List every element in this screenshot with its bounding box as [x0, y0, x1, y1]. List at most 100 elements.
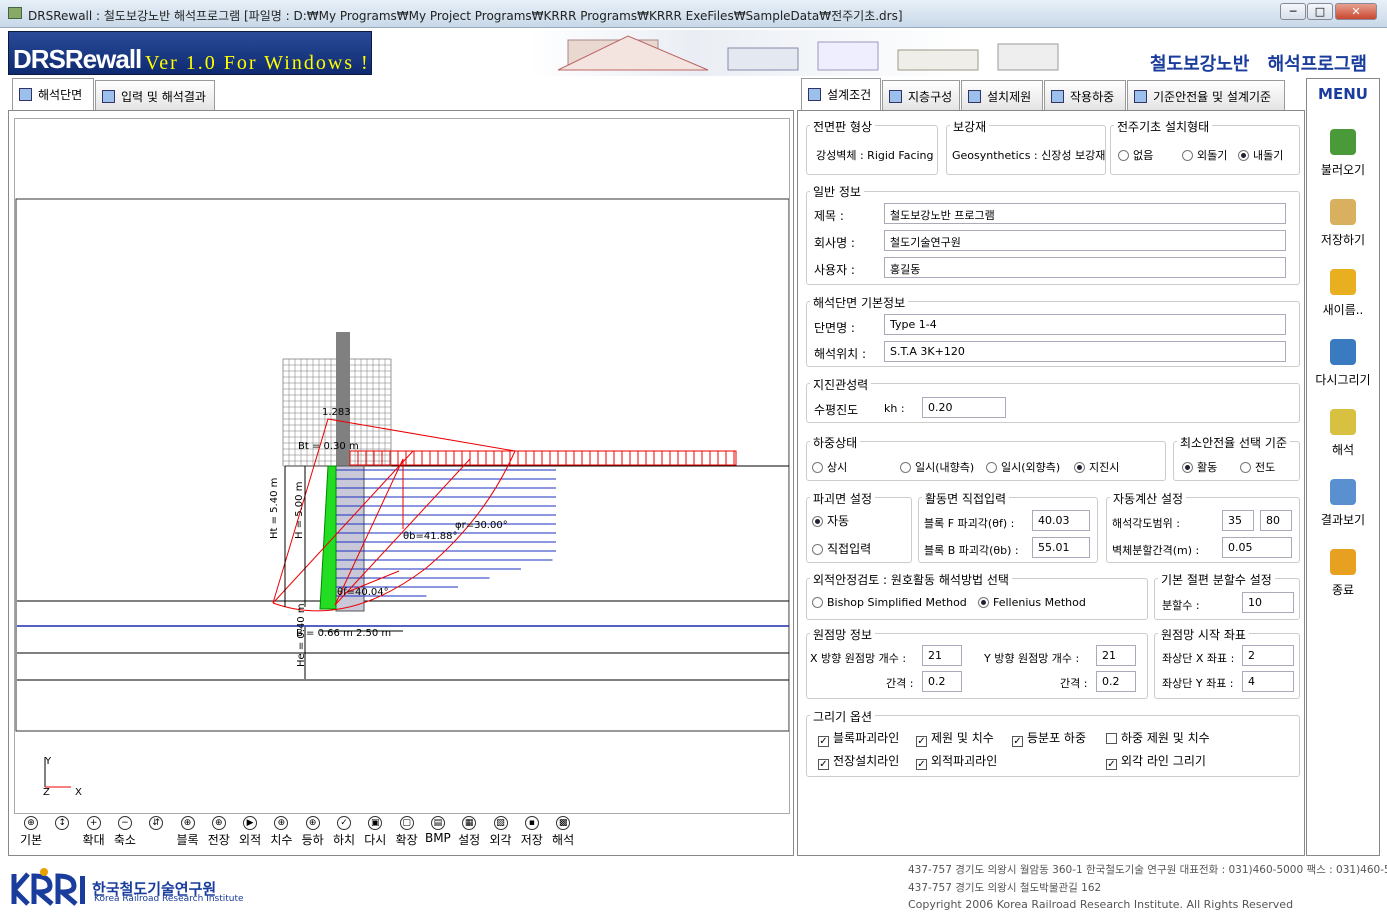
pole-option-0[interactable]: 없음 — [1118, 147, 1153, 163]
draw-checkbox-4[interactable]: ✓ — [818, 759, 829, 770]
draw-checkbox-6[interactable]: ✓ — [1106, 759, 1117, 770]
tab-install[interactable]: 설치제원 — [961, 80, 1043, 110]
tab-loads[interactable]: 작용하중 — [1044, 80, 1126, 110]
gridstart-x-field[interactable]: 2 — [1242, 645, 1294, 666]
minsafety-radio-1[interactable] — [1240, 462, 1251, 473]
draw-option-4[interactable]: ✓ 전장설치라인 — [818, 752, 899, 770]
toolbar-button-0[interactable]: ⊕ 기본 — [16, 816, 46, 848]
section-name-field[interactable]: Type 1-4 — [884, 314, 1286, 335]
external-radio-1[interactable] — [978, 597, 989, 608]
tab-criteria[interactable]: 기준안전율 및 설계기준 — [1127, 80, 1285, 110]
draw-checkbox-5[interactable]: ✓ — [916, 759, 927, 770]
pole-option-1[interactable]: 외돌기 — [1182, 147, 1227, 163]
title-field[interactable]: 철도보강노반 프로그램 — [884, 203, 1286, 224]
menu-item-4-label: 해석 — [1331, 443, 1355, 457]
load-radio-1[interactable] — [900, 462, 911, 473]
tab-section[interactable]: 해석단면 — [12, 78, 94, 110]
toolbar-button-10[interactable]: ✓ 하치 — [329, 816, 359, 848]
toolbar-label-12: 확장 — [395, 833, 418, 847]
grid-x-field[interactable]: 21 — [922, 645, 962, 666]
range-min-field[interactable]: 35 — [1222, 510, 1254, 531]
failure-option-0[interactable]: 자동 — [812, 512, 849, 529]
external-radio-0[interactable] — [812, 597, 823, 608]
section-pos-field[interactable]: S.T.A 3K+120 — [884, 341, 1286, 362]
pole-radio-1[interactable] — [1182, 150, 1193, 161]
toolbar-button-17[interactable]: ▩ 해석 — [548, 816, 578, 848]
load-option-0[interactable]: 상시 — [812, 459, 847, 475]
slices-field[interactable]: 10 — [1242, 592, 1294, 613]
draw-option-5[interactable]: ✓ 외적파괴라인 — [916, 752, 997, 770]
menu-item-2[interactable]: 새이름.. — [1307, 269, 1379, 318]
user-field[interactable]: 홍길동 — [884, 257, 1286, 278]
menu-item-1[interactable]: 저장하기 — [1307, 199, 1379, 248]
failure-option-1[interactable]: 직접입력 — [812, 540, 871, 557]
menu-item-5[interactable]: 결과보기 — [1307, 479, 1379, 528]
step-field[interactable]: 0.05 — [1222, 537, 1292, 558]
external-label: 외적안정검토 : 원호활동 해석방법 선택 — [810, 571, 1012, 588]
toolbar-button-1[interactable]: ↕ — [47, 816, 77, 831]
toolbar-button-4[interactable]: ⇵ — [141, 816, 171, 831]
toolbar-button-13[interactable]: ▤ BMP — [423, 816, 453, 845]
minsafety-radio-0[interactable] — [1182, 462, 1193, 473]
theta-b-field[interactable]: 55.01 — [1032, 537, 1090, 558]
theta-f-field[interactable]: 40.03 — [1032, 510, 1090, 531]
load-radio-3[interactable] — [1074, 462, 1085, 473]
pole-radio-0[interactable] — [1118, 150, 1129, 161]
minsafety-option-1[interactable]: 전도 — [1240, 459, 1275, 475]
toolbar-button-6[interactable]: ⊕ 전장 — [204, 816, 234, 848]
pole-text-2: 내돌기 — [1253, 149, 1284, 162]
minimize-button[interactable]: ─ — [1280, 3, 1306, 20]
draw-option-3[interactable]: 하중 제원 및 치수 — [1106, 729, 1210, 746]
load-option-2[interactable]: 일시(외향측) — [986, 459, 1060, 475]
failure-radio-1[interactable] — [812, 544, 823, 555]
toolbar-button-7[interactable]: ▶ 외적 — [235, 816, 265, 848]
grid-dx-field[interactable]: 0.2 — [922, 671, 962, 692]
toolbar-button-16[interactable]: ▪ 저장 — [517, 816, 547, 848]
toolbar-button-8[interactable]: ⊕ 치수 — [266, 816, 296, 848]
load-radio-2[interactable] — [986, 462, 997, 473]
drawing-canvas[interactable]: Ht = 5.40 m H = 5.00 m He = 0.40 m Bt = … — [14, 118, 790, 814]
toolbar-button-9[interactable]: ⊕ 등하 — [298, 816, 328, 848]
draw-checkbox-1[interactable]: ✓ — [916, 736, 927, 747]
draw-option-0[interactable]: ✓ 블록파괴라인 — [818, 729, 899, 747]
toolbar-button-3[interactable]: − 축소 — [110, 816, 140, 848]
toolbar-button-14[interactable]: ▦ 설정 — [454, 816, 484, 848]
external-option-1[interactable]: Fellenius Method — [978, 596, 1086, 609]
draw-checkbox-3[interactable] — [1106, 733, 1117, 744]
toolbar-button-12[interactable]: ▢ 확장 — [392, 816, 422, 848]
load-radio-0[interactable] — [812, 462, 823, 473]
failure-label: 파괴면 설정 — [810, 490, 876, 507]
menu-item-4[interactable]: 해석 — [1307, 409, 1379, 458]
minsafety-option-0[interactable]: 활동 — [1182, 459, 1217, 475]
draw-option-2[interactable]: ✓ 등분포 하중 — [1012, 729, 1086, 747]
pole-radio-2[interactable] — [1238, 150, 1249, 161]
tab-input-results[interactable]: 입력 및 해석결과 — [95, 80, 215, 110]
tab-layers[interactable]: 지층구성 — [882, 80, 960, 110]
company-field[interactable]: 철도기술연구원 — [884, 230, 1286, 251]
range-max-field[interactable]: 80 — [1260, 510, 1292, 531]
menu-item-6[interactable]: 종료 — [1307, 549, 1379, 598]
menu-item-3[interactable]: 다시그리기 — [1307, 339, 1379, 388]
grid-dy-field[interactable]: 0.2 — [1096, 671, 1136, 692]
failure-radio-0[interactable] — [812, 516, 823, 527]
gridstart-y-field[interactable]: 4 — [1242, 671, 1294, 692]
close-button[interactable]: ✕ — [1335, 3, 1377, 20]
external-option-0[interactable]: Bishop Simplified Method — [812, 596, 967, 609]
draw-option-1[interactable]: ✓ 제원 및 치수 — [916, 729, 994, 747]
draw-option-6[interactable]: ✓ 외각 라인 그리기 — [1106, 752, 1206, 770]
menu-item-0[interactable]: 불러오기 — [1307, 129, 1379, 178]
toolbar-button-2[interactable]: + 확대 — [79, 816, 109, 848]
kh-field[interactable]: 0.20 — [922, 397, 1006, 418]
draw-checkbox-0[interactable]: ✓ — [818, 736, 829, 747]
load-option-3[interactable]: 지진시 — [1074, 459, 1119, 475]
label-h: H = 5.00 m — [294, 482, 305, 539]
toolbar-button-5[interactable]: ⊕ 블록 — [173, 816, 203, 848]
draw-checkbox-2[interactable]: ✓ — [1012, 736, 1023, 747]
toolbar-button-15[interactable]: ▧ 외각 — [486, 816, 516, 848]
load-option-1[interactable]: 일시(내향측) — [900, 459, 974, 475]
pole-option-2[interactable]: 내돌기 — [1238, 147, 1283, 163]
toolbar-button-11[interactable]: ▣ 다시 — [360, 816, 390, 848]
grid-y-field[interactable]: 21 — [1096, 645, 1136, 666]
tab-design[interactable]: 설계조건 — [801, 78, 881, 110]
maximize-button[interactable]: □ — [1307, 3, 1333, 20]
